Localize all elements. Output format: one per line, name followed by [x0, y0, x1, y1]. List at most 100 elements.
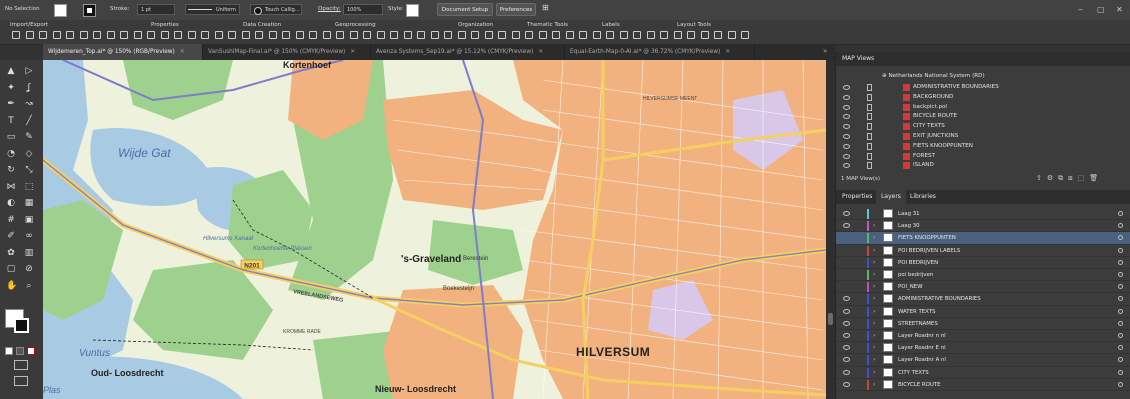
visibility-eye-icon[interactable]: [843, 143, 850, 149]
map-canvas[interactable]: N201 Kortenhoef Wijde Gat 's-Graveland H…: [43, 60, 826, 399]
toolbar-tool-icon[interactable]: [673, 31, 682, 39]
tab-avenza-systems[interactable]: Avenza Systems_Sep19.ai* @ 15.12% (CMYK/…: [371, 44, 565, 60]
map-view-actions[interactable]: ⇪⚙⧉⧇⬚🗑: [1036, 174, 1103, 183]
visibility-eye-icon[interactable]: [843, 369, 850, 375]
expand-chevron-icon[interactable]: ›: [873, 330, 875, 342]
visibility-eye-icon[interactable]: [843, 296, 850, 302]
toolbar-tool-icon[interactable]: [187, 31, 196, 39]
visibility-eye-icon[interactable]: [843, 223, 850, 229]
expand-chevron-icon[interactable]: ›: [873, 367, 875, 379]
target-circle-icon[interactable]: [1118, 308, 1123, 314]
tab-overflow-icon[interactable]: »: [823, 47, 827, 55]
visibility-eye-icon[interactable]: [843, 134, 850, 139]
gradient-mode-icon[interactable]: [16, 347, 24, 355]
layer-row[interactable]: › POI_NEW: [836, 281, 1130, 294]
toolbar-tool-icon[interactable]: [106, 31, 115, 39]
visibility-eye-icon[interactable]: [843, 308, 850, 314]
target-circle-icon[interactable]: [1118, 320, 1123, 326]
visibility-eye-icon[interactable]: [843, 320, 850, 326]
tab-close-icon[interactable]: ✕: [180, 49, 185, 55]
visibility-eye-icon[interactable]: [843, 381, 850, 387]
toolbar-tool-icon[interactable]: [592, 31, 601, 39]
paintbrush-tool-icon[interactable]: ✎: [24, 132, 34, 142]
toolbar-tool-icon[interactable]: [201, 31, 209, 39]
toolbar-tool-icon[interactable]: [12, 31, 20, 39]
expand-chevron-icon[interactable]: ›: [873, 354, 875, 366]
gradient-tool-icon[interactable]: ▣: [24, 215, 34, 225]
map-view-item[interactable]: CITY TEXTS: [836, 122, 1124, 132]
toolbar-tool-icon[interactable]: [66, 31, 74, 39]
toolbar-tool-icon[interactable]: [565, 31, 574, 39]
toolbar-tool-icon[interactable]: [322, 31, 331, 39]
perspective-tool-icon[interactable]: ▦: [24, 198, 34, 208]
close-button[interactable]: ✕: [1116, 5, 1123, 14]
layer-row[interactable]: › BICYCLE ROUTE: [836, 379, 1130, 391]
target-circle-icon[interactable]: [1118, 333, 1123, 338]
zoom-tool-icon[interactable]: ⌕: [24, 281, 34, 291]
tab-layers[interactable]: Layers: [876, 190, 906, 204]
toolbar-tool-icon[interactable]: [700, 31, 709, 39]
eyedropper-tool-icon[interactable]: ✐: [6, 231, 16, 241]
layer-row[interactable]: › ADMINISTRATIVE BOUNDARIES: [836, 293, 1130, 306]
expand-chevron-icon[interactable]: ›: [873, 269, 875, 281]
pen-tool-icon[interactable]: ✒: [6, 99, 16, 109]
toolbar-tool-icon[interactable]: [241, 31, 250, 39]
target-circle-icon[interactable]: [1118, 211, 1123, 216]
layer-row[interactable]: › Laag 30: [836, 220, 1130, 233]
map-view-item[interactable]: ISLAND: [836, 161, 1124, 171]
target-circle-icon[interactable]: [1118, 235, 1123, 241]
toolbar-tool-icon[interactable]: [160, 31, 169, 39]
color-mode-icon[interactable]: [5, 347, 13, 355]
toolbar-tool-icon[interactable]: [25, 31, 34, 39]
minimize-button[interactable]: ‒: [1078, 5, 1083, 14]
toolbar-tool-icon[interactable]: [349, 31, 358, 39]
tab-libraries[interactable]: Libraries: [910, 190, 936, 204]
layer-row[interactable]: › Layer Roadnr A nl: [836, 354, 1130, 367]
layer-row[interactable]: › CITY TEXTS: [836, 367, 1130, 379]
arrange-documents-icon[interactable]: ⊞: [542, 3, 549, 12]
tab-close-icon[interactable]: ✕: [350, 49, 355, 55]
toolbar-tool-icon[interactable]: [525, 31, 533, 39]
tab-wijdemeren[interactable]: Wijdemeren_Top.ai* @ 150% (RGB/Preview) ✕: [43, 44, 203, 60]
toolbar-tool-icon[interactable]: [430, 31, 439, 39]
toolbar-tool-icon[interactable]: [52, 31, 61, 39]
tab-vansushimap[interactable]: VanSushiMap-Final.ai* @ 150% (CMYK/Previ…: [203, 44, 371, 60]
toolbar-tool-icon[interactable]: [660, 31, 668, 39]
target-circle-icon[interactable]: [1118, 381, 1123, 387]
map-view-item[interactable]: EXIT JUNCTIONS: [836, 132, 1124, 142]
toolbar-tool-icon[interactable]: [147, 31, 155, 39]
layer-row[interactable]: › STREETNAMES: [836, 318, 1130, 330]
toolbar-tool-icon[interactable]: [633, 31, 641, 39]
tab-equal-earth[interactable]: Equal-Earth-Map-0-AI.ai* @ 36.72% (CMYK/…: [565, 44, 755, 60]
toolbar-tool-icon[interactable]: [741, 31, 749, 39]
layer-row[interactable]: Laag 31: [836, 208, 1130, 221]
toolbar-tool-icon[interactable]: [646, 31, 655, 39]
toolbar-tool-icon[interactable]: [484, 31, 493, 39]
toolbar-tool-icon[interactable]: [390, 31, 398, 39]
toolbar-tool-icon[interactable]: [511, 31, 520, 39]
toolbar-tool-icon[interactable]: [579, 31, 587, 39]
toolbar-tool-icon[interactable]: [376, 31, 385, 39]
layer-row[interactable]: › Layer Roadnr n nl: [836, 330, 1130, 343]
target-circle-icon[interactable]: [1118, 272, 1123, 277]
map-view-item[interactable]: BACKGROUND: [836, 93, 1124, 103]
target-circle-icon[interactable]: [1118, 345, 1123, 351]
target-circle-icon[interactable]: [1118, 284, 1123, 290]
toolbar-tool-icon[interactable]: [444, 31, 452, 39]
document-setup-button[interactable]: Document Setup: [437, 3, 493, 16]
map-view-item[interactable]: BICYCLE ROUTE: [836, 112, 1124, 122]
line-tool-icon[interactable]: ╱: [24, 116, 34, 126]
visibility-eye-icon[interactable]: [843, 163, 850, 169]
toolbar-tool-icon[interactable]: [120, 31, 128, 39]
toolbar-tool-icon[interactable]: [255, 31, 263, 39]
toolbar-tool-icon[interactable]: [93, 31, 101, 39]
toolbar-tool-icon[interactable]: [457, 31, 466, 39]
stroke-swatch[interactable]: [83, 4, 96, 17]
toolbar-tool-icon[interactable]: [471, 31, 479, 39]
toolbar-tool-icon[interactable]: [336, 31, 344, 39]
visibility-eye-icon[interactable]: [843, 211, 850, 216]
vertical-scrollbar[interactable]: [826, 60, 835, 399]
toolbar-tool-icon[interactable]: [79, 31, 88, 39]
target-circle-icon[interactable]: [1118, 357, 1123, 363]
expand-chevron-icon[interactable]: ›: [873, 293, 875, 305]
